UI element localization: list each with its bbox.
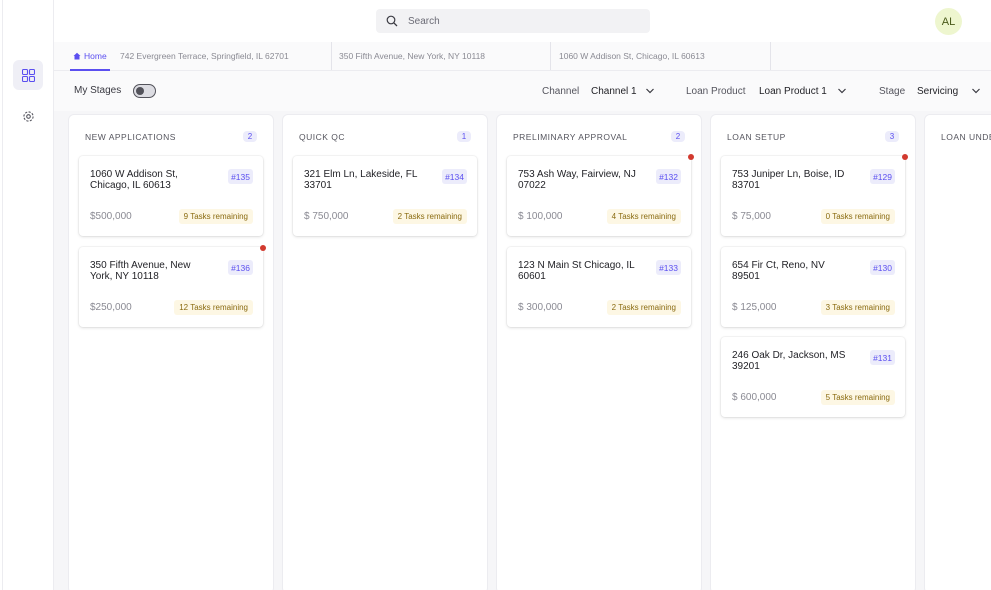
loan-product-label: Loan Product: [686, 86, 746, 97]
card-amount: $500,000: [90, 211, 132, 222]
top-bar: Search AL: [54, 0, 991, 42]
card-amount: $ 300,000: [518, 302, 563, 313]
column-count: 3: [885, 131, 899, 142]
address-tabs: Home 742 Evergreen Terrace, Springfield,…: [54, 42, 991, 71]
card-tasks-badge: 0 Tasks remaining: [820, 209, 895, 224]
card-address: 1060 W Addison St, Chicago, IL 60613: [90, 169, 178, 191]
chevron-down-icon[interactable]: [971, 87, 981, 95]
card-id: #136: [228, 260, 253, 275]
card-amount: $250,000: [90, 302, 132, 313]
card-address: 321 Elm Ln, Lakeside, FL 33701: [304, 169, 418, 191]
tab-address[interactable]: 1060 W Addison St, Chicago, IL 60613: [559, 42, 705, 70]
alert-dot: [688, 154, 694, 160]
tab-home[interactable]: Home: [70, 42, 110, 71]
stage-label: Stage: [879, 86, 906, 97]
card-id: #129: [870, 169, 895, 184]
column-loan-setup: LOAN SETUP 3 753 Juniper Ln, Boise, ID 8…: [710, 114, 916, 590]
tab-divider: [550, 42, 551, 70]
left-rail: [2, 0, 54, 590]
toggle-knob: [136, 87, 144, 95]
channel-select[interactable]: Channel 1: [591, 86, 637, 97]
settings-icon: [22, 110, 34, 122]
tab-address[interactable]: 350 Fifth Avenue, New York, NY 10118: [339, 42, 485, 70]
chevron-down-icon[interactable]: [645, 87, 655, 95]
loan-card[interactable]: 321 Elm Ln, Lakeside, FL 33701 #134 $ 75…: [293, 156, 477, 236]
tab-home-label: Home: [84, 50, 107, 61]
card-id: #134: [442, 169, 467, 184]
card-id: #131: [870, 350, 895, 365]
app: Search AL Home 742 Evergreen Terrace, Sp…: [0, 0, 991, 590]
column-quick-qc: QUICK QC 1 321 Elm Ln, Lakeside, FL 3370…: [282, 114, 488, 590]
card-address: 753 Juniper Ln, Boise, ID 83701: [732, 169, 845, 191]
card-amount: $ 600,000: [732, 392, 777, 403]
tab-divider: [331, 42, 332, 70]
nav-dashboard-button[interactable]: [13, 60, 43, 90]
avatar[interactable]: AL: [935, 8, 962, 35]
chevron-down-icon[interactable]: [837, 87, 847, 95]
filter-bar: My Stages Channel Channel 1 Loan Product…: [54, 71, 991, 111]
column-preliminary-approval: PRELIMINARY APPROVAL 2 753 Ash Way, Fair…: [496, 114, 702, 590]
card-address: 246 Oak Dr, Jackson, MS 39201: [732, 350, 846, 372]
nav-settings-button[interactable]: [13, 101, 43, 131]
card-address: 350 Fifth Avenue, New York, NY 10118: [90, 260, 191, 282]
column-title: LOAN UNDE: [941, 132, 991, 142]
alert-dot: [902, 154, 908, 160]
home-icon: [73, 52, 81, 59]
channel-label: Channel: [542, 86, 580, 97]
grid-icon: [21, 68, 35, 82]
card-amount: $ 100,000: [518, 211, 563, 222]
column-count: 1: [457, 131, 471, 142]
card-amount: $ 125,000: [732, 302, 777, 313]
card-amount: $ 750,000: [304, 211, 349, 222]
search-placeholder: Search: [408, 15, 440, 27]
loan-card[interactable]: 246 Oak Dr, Jackson, MS 39201 #131 $ 600…: [721, 337, 905, 417]
tab-divider: [770, 42, 771, 70]
loan-card[interactable]: 753 Juniper Ln, Boise, ID 83701 #129 $ 7…: [721, 154, 908, 236]
loan-product-select[interactable]: Loan Product 1: [759, 86, 827, 97]
card-id: #132: [656, 169, 681, 184]
my-stages-toggle[interactable]: [133, 84, 156, 98]
card-tasks-badge: 2 Tasks remaining: [606, 300, 681, 315]
column-title: NEW APPLICATIONS: [85, 132, 176, 142]
search-icon: [386, 15, 398, 27]
card-address: 123 N Main St Chicago, IL 60601: [518, 260, 635, 282]
loan-card[interactable]: 350 Fifth Avenue, New York, NY 10118 #13…: [79, 245, 266, 327]
card-address: 654 Fir Ct, Reno, NV 89501: [732, 260, 825, 282]
column-count: 2: [671, 131, 685, 142]
column-loan-underwriting: LOAN UNDE: [924, 114, 991, 590]
kanban-board: NEW APPLICATIONS 2 1060 W Addison St, Ch…: [54, 111, 991, 590]
card-tasks-badge: 9 Tasks remaining: [178, 209, 253, 224]
column-new-applications: NEW APPLICATIONS 2 1060 W Addison St, Ch…: [68, 114, 274, 590]
card-address: 753 Ash Way, Fairview, NJ 07022: [518, 169, 636, 191]
card-tasks-badge: 5 Tasks remaining: [820, 390, 895, 405]
column-title: LOAN SETUP: [727, 132, 786, 142]
loan-card[interactable]: 123 N Main St Chicago, IL 60601 #133 $ 3…: [507, 247, 691, 327]
tab-address[interactable]: 742 Evergreen Terrace, Springfield, IL 6…: [120, 42, 289, 70]
card-id: #133: [656, 260, 681, 275]
card-amount: $ 75,000: [732, 211, 771, 222]
card-tasks-badge: 12 Tasks remaining: [174, 300, 253, 315]
card-tasks-badge: 2 Tasks remaining: [392, 209, 467, 224]
column-title: QUICK QC: [299, 132, 346, 142]
card-tasks-badge: 3 Tasks remaining: [820, 300, 895, 315]
alert-dot: [260, 245, 266, 251]
card-id: #135: [228, 169, 253, 184]
my-stages-label: My Stages: [74, 85, 122, 96]
loan-card[interactable]: 654 Fir Ct, Reno, NV 89501 #130 $ 125,00…: [721, 247, 905, 327]
stage-select[interactable]: Servicing: [917, 86, 958, 97]
card-tasks-badge: 4 Tasks remaining: [606, 209, 681, 224]
loan-card[interactable]: 753 Ash Way, Fairview, NJ 07022 #132 $ 1…: [507, 154, 694, 236]
column-count: 2: [243, 131, 257, 142]
search-input[interactable]: Search: [376, 9, 650, 33]
loan-card[interactable]: 1060 W Addison St, Chicago, IL 60613 #13…: [79, 156, 263, 236]
card-id: #130: [870, 260, 895, 275]
column-title: PRELIMINARY APPROVAL: [513, 132, 628, 142]
